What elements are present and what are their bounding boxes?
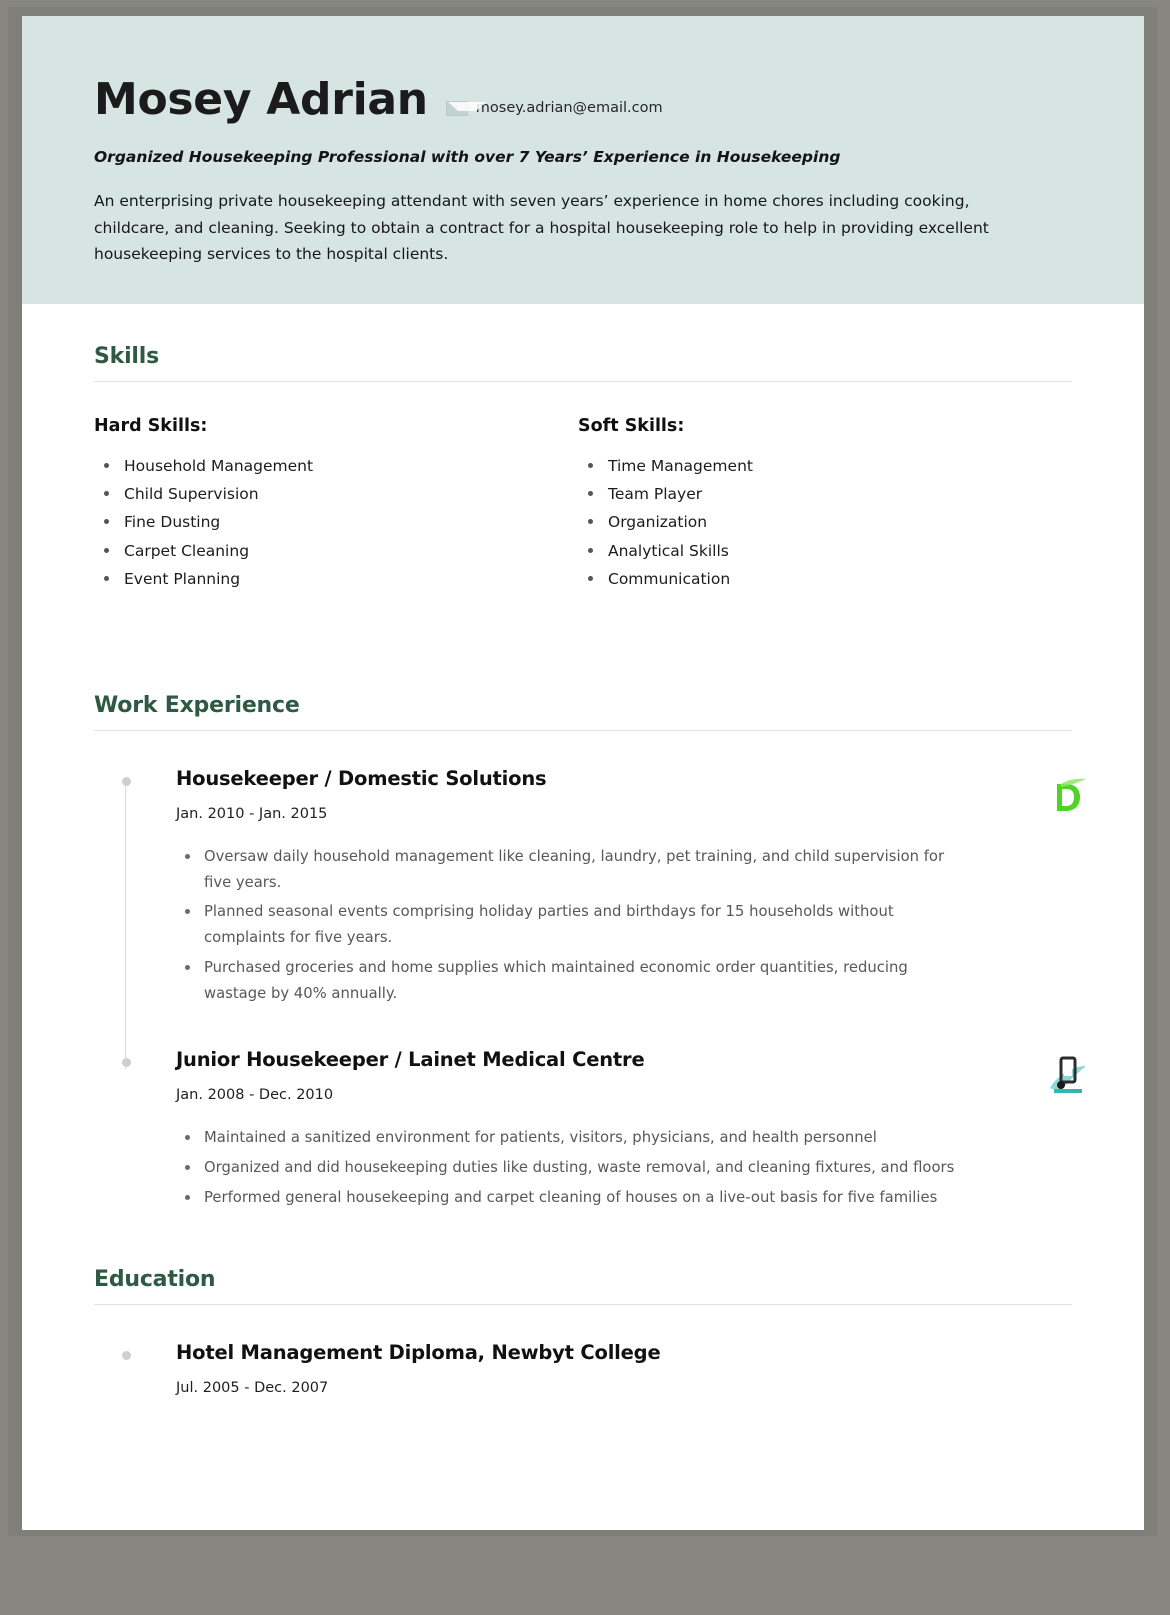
list-item: Performed general housekeeping and carpe… [176, 1185, 966, 1211]
list-item: Communication [578, 565, 1018, 593]
name-row: Mosey Adrian mosey.adrian@email.com [94, 78, 1072, 122]
job-duties-list: Maintained a sanitized environment for p… [176, 1125, 966, 1210]
list-item: Household Management [94, 452, 578, 480]
list-item: Carpet Cleaning [94, 537, 578, 565]
education-section-divider [94, 1303, 1072, 1305]
professional-summary: An enterprising private housekeeping att… [94, 192, 989, 264]
green-letter-d-logo-icon [1044, 771, 1090, 817]
list-item: Organized and did housekeeping duties li… [176, 1155, 966, 1181]
contact-email-block: mosey.adrian@email.com [445, 100, 663, 122]
degree-title: Hotel Management Diploma, Newbyt College [176, 1340, 661, 1364]
list-item: Planned seasonal events comprising holid… [176, 899, 966, 950]
work-entry: Housekeeper / Domestic Solutions Jan. 20… [122, 767, 1086, 1006]
skills-columns: Hard Skills: Household Management Child … [94, 416, 1072, 593]
list-item: Team Player [578, 480, 1018, 508]
list-item: Analytical Skills [578, 537, 1018, 565]
list-item: Oversaw daily household management like … [176, 844, 966, 895]
job-date-range: Jan. 2008 - Dec. 2010 [176, 1087, 334, 1104]
hard-skills-list: Household Management Child Supervision F… [94, 452, 578, 593]
job-date-range: Jan. 2010 - Jan. 2015 [176, 806, 328, 823]
work-experience-section-title: Work Experience [94, 693, 300, 719]
list-item: Fine Dusting [94, 508, 578, 536]
education-list: Hotel Management Diploma, Newbyt College… [94, 1341, 1072, 1396]
resume-header: Mosey Adrian mosey.adrian@email.com Orga… [22, 16, 1144, 304]
work-timeline: Housekeeper / Domestic Solutions Jan. 20… [94, 767, 1086, 1211]
work-experience-section-divider [94, 730, 1072, 732]
list-item: Time Management [578, 452, 1018, 480]
education-entry: Hotel Management Diploma, Newbyt College… [122, 1340, 1072, 1396]
resume-body: Skills Hard Skills: Household Management… [22, 304, 1144, 1396]
timeline-dot-icon [122, 777, 131, 787]
hard-skills-heading: Hard Skills: [94, 416, 208, 436]
soft-skills-heading: Soft Skills: [578, 416, 685, 436]
list-item: Event Planning [94, 565, 578, 593]
envelope-icon [445, 100, 486, 116]
soft-skills-list: Time Management Team Player Organization… [578, 452, 1018, 593]
work-entry: Junior Housekeeper / Lainet Medical Cent… [122, 1048, 1086, 1210]
list-item: Purchased groceries and home supplies wh… [176, 955, 966, 1006]
skills-section: Skills Hard Skills: Household Management… [94, 304, 1072, 593]
professional-headline: Organized Housekeeping Professional with… [94, 148, 841, 166]
list-item: Organization [578, 508, 1018, 536]
skills-section-title: Skills [94, 344, 159, 369]
timeline-dot-icon [122, 1350, 131, 1360]
job-title: Junior Housekeeper / Lainet Medical Cent… [176, 1048, 645, 1072]
degree-date-range: Jul. 2005 - Dec. 2007 [176, 1379, 329, 1396]
list-item: Maintained a sanitized environment for p… [176, 1125, 966, 1151]
list-item: Child Supervision [94, 480, 578, 508]
education-section-title: Education [94, 1266, 216, 1292]
education-section: Education Hotel Management Diploma, Newb… [94, 1253, 1072, 1396]
job-duties-list: Oversaw daily household management like … [176, 844, 966, 1006]
hard-skills-column: Hard Skills: Household Management Child … [94, 416, 578, 593]
resume-page: Mosey Adrian mosey.adrian@email.com Orga… [22, 16, 1144, 1530]
job-title: Housekeeper / Domestic Solutions [176, 767, 547, 791]
candidate-name: Mosey Adrian [94, 74, 428, 125]
email-address[interactable]: mosey.adrian@email.com [476, 100, 663, 116]
screenshot-frame: Mosey Adrian mosey.adrian@email.com Orga… [0, 0, 1170, 1615]
skills-section-divider [94, 381, 1072, 382]
timeline-dot-icon [122, 1058, 131, 1068]
teal-medical-centre-logo-icon [1044, 1052, 1090, 1098]
work-experience-section: Work Experience Housekeeper / Domestic S… [94, 593, 1086, 1211]
soft-skills-column: Soft Skills: Time Management Team Player… [578, 416, 1018, 593]
